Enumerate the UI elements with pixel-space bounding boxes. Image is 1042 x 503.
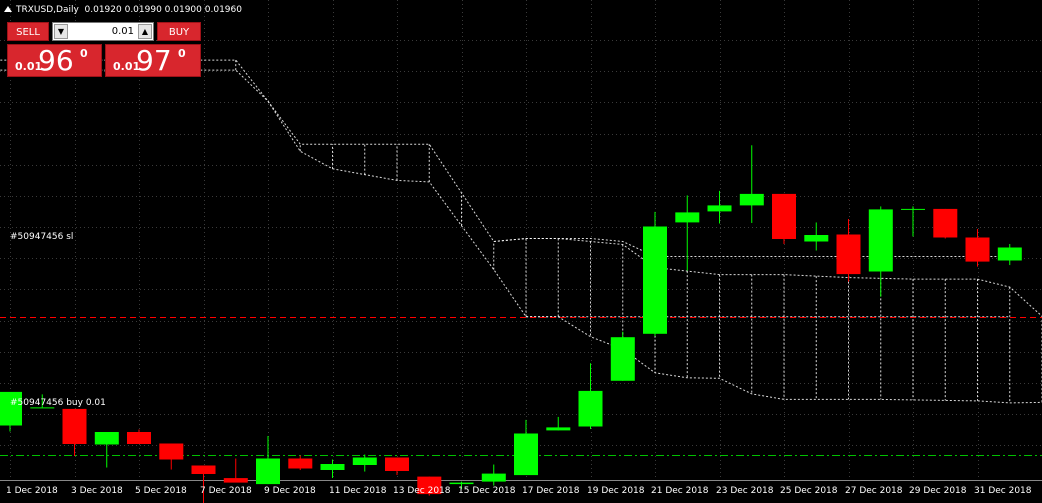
candle[interactable] xyxy=(191,465,216,503)
sell-price-box[interactable]: 0.01 96 0 xyxy=(7,44,102,77)
x-tick-label: 1 Dec 2018 xyxy=(6,486,58,496)
candle[interactable] xyxy=(804,222,829,251)
candle-body xyxy=(288,458,313,469)
candle[interactable] xyxy=(385,457,409,476)
candle-body xyxy=(352,457,377,465)
candle-body xyxy=(707,205,732,212)
candle[interactable] xyxy=(159,443,184,470)
candle[interactable] xyxy=(933,208,958,239)
candle-body xyxy=(933,208,958,238)
candle-body xyxy=(739,193,764,206)
cloud-line-1 xyxy=(0,69,1010,257)
x-tick-label: 5 Dec 2018 xyxy=(135,486,187,496)
candle[interactable] xyxy=(578,363,603,429)
lot-size-input[interactable] xyxy=(70,24,136,39)
cloud-line-2 xyxy=(493,238,1042,317)
candle[interactable] xyxy=(320,459,345,479)
candle[interactable] xyxy=(739,145,764,223)
one-click-trading-panel: SELL ▼ ▲ BUY 0.01 96 0 0.01 97 0 xyxy=(6,21,202,77)
candle-body xyxy=(191,465,216,474)
candle-body xyxy=(610,337,635,381)
candle[interactable] xyxy=(223,458,248,483)
candle[interactable] xyxy=(94,432,119,468)
candle[interactable] xyxy=(643,211,667,337)
candles[interactable] xyxy=(0,145,1022,503)
buy-price-point: 0 xyxy=(178,47,186,60)
x-tick-label: 29 Dec 2018 xyxy=(909,486,967,496)
candle-body xyxy=(772,193,796,239)
lot-decrease-icon[interactable]: ▼ xyxy=(54,24,68,39)
buy-button[interactable]: BUY xyxy=(157,22,201,41)
candle[interactable] xyxy=(675,195,700,271)
x-tick-label: 7 Dec 2018 xyxy=(200,486,252,496)
chart-header: TRXUSD,Daily 0.01920 0.01990 0.01900 0.0… xyxy=(4,5,242,15)
candle-body xyxy=(223,478,248,483)
candle[interactable] xyxy=(546,416,571,431)
chart-area[interactable]: TRXUSD,Daily 0.01920 0.01990 0.01900 0.0… xyxy=(0,0,1042,503)
candle-body xyxy=(481,473,506,482)
x-tick-label: 13 Dec 2018 xyxy=(393,486,451,496)
ohlc-values: 0.01920 0.01990 0.01900 0.01960 xyxy=(84,5,242,15)
buy-price-big: 97 xyxy=(136,44,172,77)
candle-body xyxy=(997,247,1022,261)
candle[interactable] xyxy=(256,435,280,485)
candle[interactable] xyxy=(868,206,893,297)
candle[interactable] xyxy=(514,419,538,476)
lot-increase-icon[interactable]: ▲ xyxy=(138,24,152,39)
buy-line-label: #50947456 buy 0.01 xyxy=(10,398,106,408)
candle-body xyxy=(546,427,571,431)
candle-body xyxy=(256,458,280,485)
candle-body xyxy=(159,443,184,460)
x-tick-label: 25 Dec 2018 xyxy=(780,486,838,496)
x-tick-label: 27 Dec 2018 xyxy=(845,486,903,496)
sell-price-point: 0 xyxy=(80,47,88,60)
candle[interactable] xyxy=(481,464,506,486)
candle[interactable] xyxy=(997,244,1022,266)
sell-price-big: 96 xyxy=(38,44,74,77)
x-tick-label: 31 Dec 2018 xyxy=(974,486,1032,496)
sell-button[interactable]: SELL xyxy=(7,22,49,41)
candle[interactable] xyxy=(965,228,990,267)
candle-body xyxy=(901,208,925,210)
x-tick-label: 23 Dec 2018 xyxy=(716,486,774,496)
candle-body xyxy=(127,432,151,444)
candle[interactable] xyxy=(772,193,796,245)
candle[interactable] xyxy=(62,408,87,457)
candle-body xyxy=(578,390,603,427)
sl-line-label: #50947456 sl xyxy=(10,232,74,242)
candle-body xyxy=(320,464,345,470)
x-tick-label: 9 Dec 2018 xyxy=(264,486,316,496)
candle-body xyxy=(675,212,700,223)
x-tick-label: 17 Dec 2018 xyxy=(522,486,580,496)
candle-body xyxy=(514,433,538,476)
candle-body xyxy=(0,391,22,426)
candle-body xyxy=(643,226,667,334)
candle[interactable] xyxy=(352,454,377,472)
candle-body xyxy=(836,234,861,275)
candle[interactable] xyxy=(610,331,635,381)
candle-body xyxy=(62,408,87,444)
candle-body xyxy=(449,482,474,485)
candle[interactable] xyxy=(836,218,861,282)
candle[interactable] xyxy=(288,455,313,471)
x-tick-label: 3 Dec 2018 xyxy=(71,486,123,496)
cloud-line-3 xyxy=(526,316,1042,404)
x-tick-label: 15 Dec 2018 xyxy=(458,486,516,496)
candle-body xyxy=(385,457,409,471)
candle[interactable] xyxy=(707,190,732,224)
x-tick-label: 11 Dec 2018 xyxy=(329,486,387,496)
lot-size-control: ▼ ▲ xyxy=(52,22,154,41)
candle-body xyxy=(868,209,893,272)
candle[interactable] xyxy=(127,429,151,444)
candle-body xyxy=(804,235,829,242)
symbol-timeframe: TRXUSD,Daily xyxy=(16,5,79,15)
collapse-triangle-icon[interactable] xyxy=(4,6,12,12)
candle-body xyxy=(965,237,990,262)
candle-body xyxy=(94,432,119,445)
buy-price-box[interactable]: 0.01 97 0 xyxy=(105,44,201,77)
x-tick-label: 19 Dec 2018 xyxy=(587,486,645,496)
x-tick-label: 21 Dec 2018 xyxy=(651,486,709,496)
candle[interactable] xyxy=(901,206,925,237)
